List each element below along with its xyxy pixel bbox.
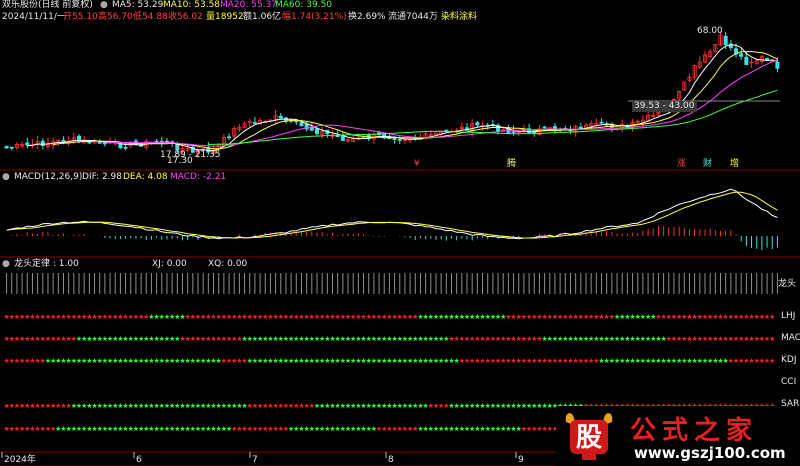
ma5-value: MA5: 53.29 [112, 0, 164, 10]
candle-body [252, 122, 257, 124]
quote-float: 流通7044万 [388, 12, 438, 22]
candle-body [25, 142, 30, 146]
row-label-mac: MAC [781, 333, 800, 343]
ma20-value: MA20: 55.37 [220, 0, 278, 10]
ma10-value: MA10: 53.58 [163, 0, 221, 10]
quote-industry[interactable]: 染料涂料 [441, 12, 477, 23]
quote-high: 高56.70 [98, 12, 133, 22]
macd-toggle-icon[interactable]: ● [2, 172, 10, 183]
quote-turnover: 换2.69% [348, 12, 386, 22]
candle-body [775, 61, 780, 69]
candle-body [340, 135, 345, 141]
watermark-url: www.gszj100.com [634, 444, 786, 462]
candle-body [723, 35, 728, 45]
macd-dea: DEA: 4.08 [123, 172, 168, 182]
dragon-xq: XQ: 0.00 [208, 259, 248, 269]
candle-body [392, 137, 397, 140]
candle-body [397, 139, 402, 141]
ma60-line [208, 89, 778, 145]
candle-body [475, 122, 480, 126]
candle-body [4, 145, 9, 149]
signal-star: ★ [769, 357, 775, 365]
quote-change: 幅1.74(3.21%) [282, 12, 347, 22]
candle-body [314, 128, 319, 135]
candle-body [294, 120, 299, 123]
dragon-toggle-icon[interactable]: ● [2, 259, 10, 270]
dragon-side-label: 龙头 [778, 279, 797, 289]
quote-low: 低54.88 [133, 12, 168, 22]
row-label-lhj: LHJ [781, 311, 796, 321]
event-marker-zhang[interactable]: 涨 [677, 159, 686, 170]
candle-body [9, 146, 14, 149]
candle-body [599, 121, 604, 124]
macd-dea-line [6, 191, 778, 239]
candle-body [542, 126, 547, 129]
signal-star: ★ [769, 313, 775, 321]
quote-volume: 量18952 [206, 12, 244, 22]
gu-glyph: 股 [576, 423, 602, 453]
ma5-line [27, 44, 778, 152]
watermark-brand: 公式之家 [630, 416, 759, 446]
dragon-title: 龙头定律 : 1.00 [14, 259, 79, 269]
candle-body [335, 135, 340, 138]
candle-body [227, 136, 232, 139]
candle-body [278, 115, 283, 119]
stock-chart-canvas[interactable]: ★★★★★★★★★★★★★★★★★★★★★★★★★★★★★★★★★★★★★★★★… [0, 0, 800, 466]
candle-body [744, 56, 749, 65]
gu-logo-icon: 股 [565, 413, 613, 460]
macd-hist-value: MACD: -2.21 [170, 172, 227, 182]
ma60-value: MA60: 39.50 [275, 0, 333, 10]
quote-amount: 额1.06亿 [243, 12, 282, 22]
candle-body [739, 53, 744, 57]
watermark-logo: 股 公式之家 www.gszj100.com [556, 406, 800, 466]
low-price-label: 17.30 [167, 156, 193, 166]
macd-dif: DIF: 2.98 [82, 172, 122, 182]
high-price-label: 68.00 [697, 26, 723, 36]
quote-open: 开55.10 [63, 12, 98, 22]
event-marker-zeng[interactable]: 增 [730, 159, 739, 170]
candle-body [97, 141, 102, 144]
macd-title: MACD(12,26,9) [14, 172, 83, 182]
chart-title: 双乐股份(日线 前复权) [2, 0, 93, 10]
stock-chart-window: ★ ★ ★ ★ ★ ★ ★ ★ ★ ★ ★ ★ ★ ★ ★ ★ ★ ★ ★ ★ ★ ★ ★ ★ ★ ★ ★ ★ ★ ★ ★ ★ ★ ★ ★ ★ ★ ★ ★ ★… [0, 0, 800, 466]
row-label-cci: CCI [781, 377, 797, 387]
signal-star: ★ [769, 335, 775, 343]
candle-body [123, 146, 128, 149]
time-axis-month-7: 7 [252, 455, 258, 465]
time-axis-year: 2024年 [4, 455, 36, 465]
time-axis-month-8: 8 [388, 455, 394, 465]
time-axis-month-9: 9 [518, 455, 524, 465]
event-marker-yuan[interactable]: ¥ [414, 159, 420, 170]
ma-toggle-icon[interactable]: ● [100, 0, 108, 11]
candle-body [309, 126, 314, 131]
quote-close: 收56.02 [168, 12, 203, 22]
event-marker-teng[interactable]: 腾 [507, 159, 516, 170]
event-marker-cai[interactable]: 财 [703, 159, 712, 170]
candle-body [765, 57, 770, 61]
candle-body [299, 122, 304, 127]
dragon-xj: XJ: 0.00 [152, 259, 187, 269]
row-label-kdj: KDJ [781, 355, 797, 365]
candle-body [511, 130, 516, 133]
box-range-label: 39.53 - 43.00 [632, 101, 697, 112]
time-axis-month-6: 6 [136, 455, 142, 465]
candle-body [40, 140, 45, 147]
macd-dif-line [6, 188, 778, 240]
quote-date: 2024/11/11/一 [2, 12, 66, 22]
